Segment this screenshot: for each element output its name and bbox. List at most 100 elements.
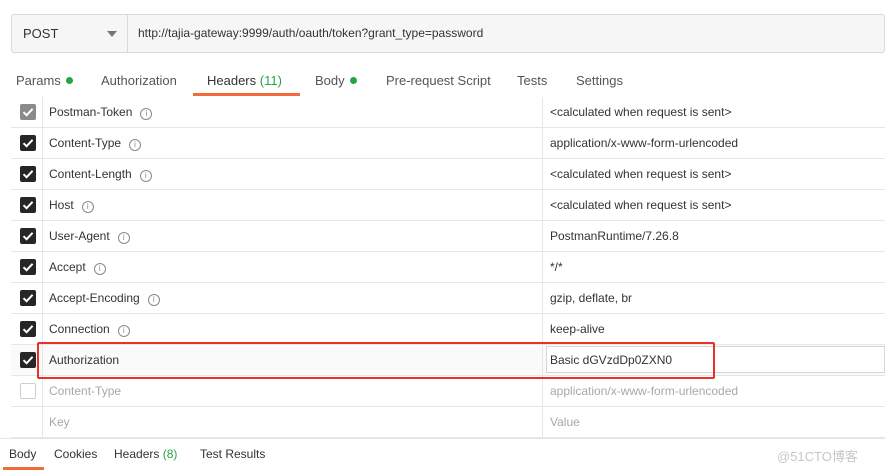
header-key-text: Postman-Token [49,105,133,119]
checkbox-cell [11,97,43,127]
active-response-tab-indicator [3,467,44,470]
tab-params[interactable]: Params [16,73,73,88]
header-checkbox[interactable] [20,166,36,182]
header-checkbox[interactable] [20,104,36,120]
header-checkbox[interactable] [20,383,36,399]
header-row: Content-Type i application/x-www-form-urle… [11,128,885,159]
response-headers-count: (8) [162,447,178,461]
header-key[interactable]: Accept i [49,260,106,275]
checkbox-cell [11,159,43,189]
chevron-down-icon [107,31,117,37]
checkbox-cell [11,283,43,313]
header-key[interactable]: Host i [49,198,94,213]
header-row: Connection i keep-alive [11,314,885,345]
info-icon[interactable]: i [139,170,152,182]
column-divider [542,190,543,220]
params-status-dot [65,77,73,84]
header-row: User-Agent i PostmanRuntime/7.26.8 [11,221,885,252]
method-label: POST [23,26,59,41]
column-divider [542,407,543,437]
info-icon[interactable]: i [129,139,142,151]
header-value[interactable]: gzip, deflate, br [550,291,632,305]
header-key-text: Accept [49,260,86,274]
info-icon[interactable]: i [140,108,153,120]
header-value[interactable]: keep-alive [550,322,605,336]
column-divider [542,376,543,406]
header-value[interactable]: <calculated when request is sent> [550,198,731,212]
request-tabs: Params Authorization Headers (11) Body P… [0,68,885,96]
request-bar: POST http://tajia-gateway:9999/auth/oaut… [11,14,885,53]
header-key-text: Authorization [49,353,120,367]
header-value[interactable]: application/x-www-form-urlencoded [550,136,738,150]
new-value-input[interactable]: Value [550,415,580,429]
response-tab-cookies[interactable]: Cookies [54,447,97,461]
header-value[interactable]: <calculated when request is sent> [550,105,731,119]
new-key-input[interactable]: Key [49,415,70,429]
info-icon[interactable]: i [81,201,94,213]
active-tab-indicator [193,93,300,96]
column-divider [542,283,543,313]
column-divider [542,252,543,282]
checkbox-cell [11,190,43,220]
checkbox-cell [11,345,43,375]
header-row: Postman-Token i <calculated when request i… [11,97,885,128]
new-header-row: Key Value [11,407,885,438]
header-key-text: Content-Length [49,167,132,181]
tab-settings[interactable]: Settings [576,73,623,88]
header-value[interactable]: application/x-www-form-urlencoded [550,384,738,398]
header-key[interactable]: Postman-Token i [49,105,153,120]
tab-pre-request-script[interactable]: Pre-request Script [386,73,491,88]
header-key-text: Content-Type [49,136,122,150]
header-checkbox[interactable] [20,197,36,213]
header-key[interactable]: Content-Type i [49,136,142,151]
header-value[interactable]: <calculated when request is sent> [550,167,731,181]
checkbox-cell [11,407,43,437]
headers-count: (11) [259,73,282,88]
checkbox-cell [11,314,43,344]
response-tab-body[interactable]: Body [9,447,36,461]
header-value[interactable]: */* [550,260,563,274]
response-tab-headers[interactable]: Headers (8) [114,447,177,461]
header-checkbox[interactable] [20,352,36,368]
response-tabs: Body Cookies Headers (8) Test Results [0,438,885,472]
header-value[interactable]: PostmanRuntime/7.26.8 [550,229,679,243]
checkbox-cell [11,252,43,282]
info-icon[interactable]: i [147,294,160,306]
header-row: Content-Length i <calculated when request … [11,159,885,190]
checkbox-cell [11,221,43,251]
checkbox-cell [11,376,43,406]
header-row: Content-Type application/x-www-form-urlen… [11,376,885,407]
column-divider [542,314,543,344]
response-tab-test-results[interactable]: Test Results [200,447,265,461]
column-divider [542,97,543,127]
header-key[interactable]: User-Agent i [49,229,130,244]
header-checkbox[interactable] [20,228,36,244]
column-divider [542,128,543,158]
header-value[interactable]: Basic dGVzdDp0ZXN0 [550,353,672,367]
method-select[interactable]: POST [12,15,128,52]
header-checkbox[interactable] [20,290,36,306]
tab-authorization[interactable]: Authorization [101,73,177,88]
column-divider [542,221,543,251]
header-checkbox[interactable] [20,259,36,275]
header-key[interactable]: Content-Length i [49,167,152,182]
header-key[interactable]: Connection i [49,322,130,337]
tab-tests[interactable]: Tests [517,73,547,88]
header-row: Host i <calculated when request is sent> [11,190,885,221]
tab-body[interactable]: Body [315,73,357,88]
header-key[interactable]: Content-Type [49,384,121,398]
header-checkbox[interactable] [20,135,36,151]
info-icon[interactable]: i [93,263,106,275]
header-key-text: Connection [49,322,110,336]
column-divider [542,345,543,375]
tab-headers[interactable]: Headers (11) [207,73,282,88]
header-key-text: Accept-Encoding [49,291,140,305]
info-icon[interactable]: i [117,325,130,337]
column-divider [542,159,543,189]
header-key[interactable]: Accept-Encoding i [49,291,160,306]
header-key-text: Host [49,198,74,212]
header-key[interactable]: Authorization [49,353,119,367]
url-input[interactable]: http://tajia-gateway:9999/auth/oauth/tok… [138,26,483,40]
header-checkbox[interactable] [20,321,36,337]
info-icon[interactable]: i [117,232,130,244]
